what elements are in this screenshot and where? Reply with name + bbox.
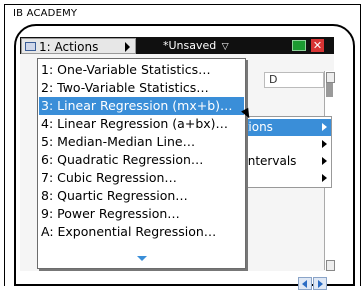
menu-item-median-median-line[interactable]: 5: Median-Median Line… [39, 133, 244, 151]
menu-item-cubic-regression[interactable]: 7: Cubic Regression… [39, 169, 244, 187]
menu-item-linear-regression-abx[interactable]: 4: Linear Regression (a+bx)… [39, 115, 244, 133]
scroll-thumb[interactable] [326, 83, 333, 97]
spreadsheet-icon [25, 42, 36, 51]
nav-next-button[interactable] [313, 277, 327, 290]
menu-item-label: A: Exponential Regression… [41, 224, 217, 239]
arrow-right-icon [318, 280, 323, 288]
arrow-right-icon [322, 157, 327, 165]
scroll-down-icon[interactable] [326, 260, 335, 271]
menu-item-power-regression[interactable]: 9: Power Regression… [39, 205, 244, 223]
page-nav [298, 277, 328, 290]
menu-item-label: 5: Median-Median Line… [41, 134, 196, 149]
document-title[interactable]: *Unsaved ▽ [163, 39, 229, 52]
menu-item-two-variable-statistics[interactable]: 2: Two-Variable Statistics… [39, 79, 244, 97]
arrow-left-icon [302, 280, 307, 288]
tab-bar: 1: Actions *Unsaved ▽ ✕ [20, 37, 334, 54]
arrow-right-icon [322, 174, 327, 182]
menu-item-label: 8: Quartic Regression… [41, 188, 188, 203]
arrow-right-icon [322, 123, 327, 131]
menu-item-linear-regression-mxb[interactable]: 3: Linear Regression (mx+b)… [39, 97, 244, 115]
menu-item-label: 9: Power Regression… [41, 206, 180, 221]
menu-item-quadratic-regression[interactable]: 6: Quadratic Regression… [39, 151, 244, 169]
menu-item-label: 1: One-Variable Statistics… [41, 62, 211, 77]
column-header-d[interactable]: D [264, 72, 324, 88]
menu-item-label: 4: Linear Regression (a+bx)… [41, 116, 229, 131]
close-icon[interactable]: ✕ [311, 39, 324, 52]
brand-label: IB ACADEMY [13, 8, 78, 19]
stat-calculations-menu: 1: One-Variable Statistics… 2: Two-Varia… [37, 58, 246, 269]
menu-item-one-variable-statistics[interactable]: 1: One-Variable Statistics… [39, 61, 244, 79]
scroll-up-icon[interactable] [326, 72, 335, 83]
menu-item-label: 2: Two-Variable Statistics… [41, 80, 209, 95]
menu-item-label: 7: Cubic Regression… [41, 170, 177, 185]
triangle-right-icon [125, 42, 130, 52]
menu-item-label: 6: Quadratic Regression… [41, 152, 204, 167]
battery-icon [292, 40, 306, 51]
document-title-label: *Unsaved [163, 39, 217, 52]
chevron-down-icon: ▽ [221, 42, 229, 52]
menu-item-exponential-regression[interactable]: A: Exponential Regression… [39, 223, 244, 241]
more-items-down-icon[interactable] [137, 256, 147, 261]
nav-prev-button[interactable] [298, 277, 312, 290]
actions-tab-label: 1: Actions [39, 40, 99, 54]
actions-tab[interactable]: 1: Actions [21, 38, 136, 54]
column-header-label: D [269, 73, 278, 86]
menu-item-quartic-regression[interactable]: 8: Quartic Regression… [39, 187, 244, 205]
arrow-right-icon [322, 140, 327, 148]
menu-item-label: 3: Linear Regression (mx+b)… [41, 98, 233, 113]
